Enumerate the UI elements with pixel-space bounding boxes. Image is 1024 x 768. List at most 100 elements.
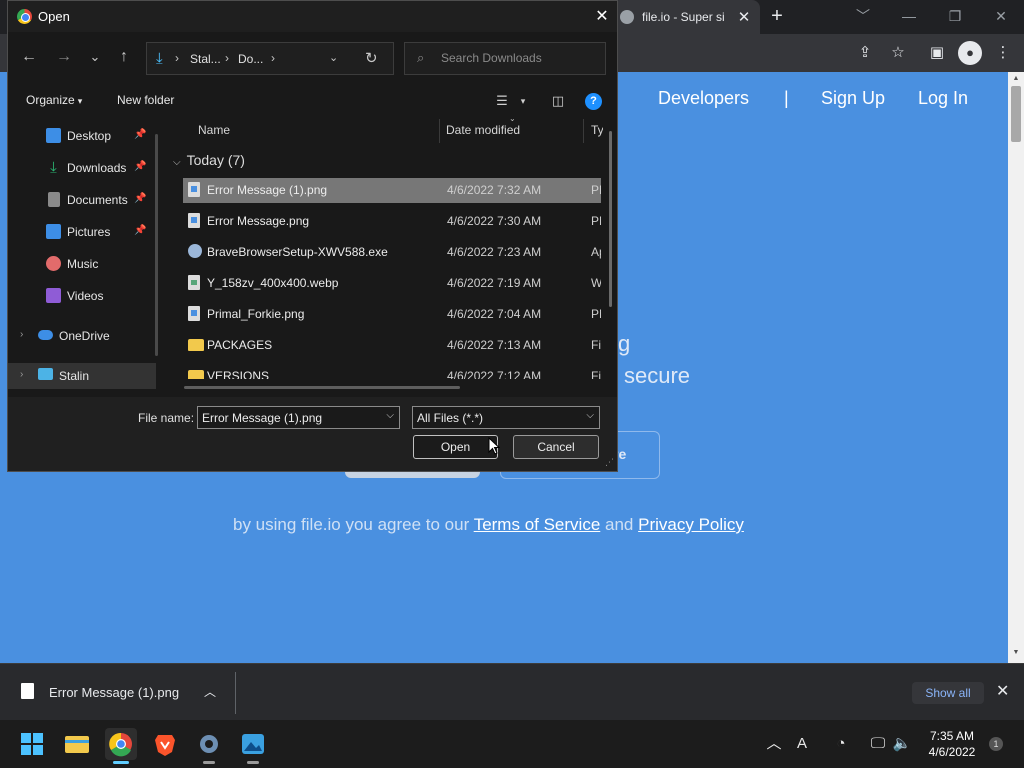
open-file-dialog: Open ✕ ← → ⌄ ↑ ⤓ › Stal... › Do... › ⌄ ↻… <box>7 0 618 472</box>
file-list-horizontal-scrollbar[interactable] <box>184 386 460 389</box>
volume-icon[interactable]: 🔈 <box>892 734 912 754</box>
scroll-down-icon[interactable]: ▼ <box>1008 649 1024 656</box>
organize-button[interactable]: Organize ▾ <box>26 93 82 107</box>
show-all-button[interactable]: Show all <box>912 682 984 704</box>
notification-badge[interactable]: 1 <box>989 737 1003 751</box>
file-row[interactable]: BraveBrowserSetup-XWV588.exe 4/6/2022 7:… <box>183 240 601 265</box>
clock[interactable]: 7:35 AM 4/6/2022 <box>920 728 984 760</box>
new-folder-button[interactable]: New folder <box>117 93 174 107</box>
brave-icon[interactable] <box>149 728 181 760</box>
sidebar-item-desktop[interactable]: Desktop 📌 <box>8 123 156 149</box>
nav-developers-link[interactable]: Developers <box>658 88 749 109</box>
file-row[interactable]: Y_158zv_400x400.webp 4/6/2022 7:19 AM WE… <box>183 271 601 296</box>
close-icon[interactable]: ✕ <box>996 681 1009 701</box>
sidebar-item-downloads[interactable]: ⤓ Downloads 📌 <box>8 155 156 181</box>
download-item-name[interactable]: Error Message (1).png <box>49 685 179 700</box>
chevron-right-icon[interactable]: › <box>20 329 23 340</box>
share-icon[interactable]: ⇪ <box>853 41 877 65</box>
column-header-name[interactable]: Name <box>198 123 230 137</box>
chevron-up-icon[interactable]: ︿ <box>204 683 216 700</box>
sidebar-item-stalin[interactable]: › Stalin <box>8 363 156 389</box>
address-bar[interactable]: ⤓ › Stal... › Do... › ⌄ ↻ <box>146 42 394 75</box>
nav-login-link[interactable]: Log In <box>918 88 968 109</box>
side-panel-icon[interactable]: ▣ <box>925 41 949 65</box>
menu-icon[interactable]: ⋮ <box>991 41 1015 65</box>
sidebar-item-music[interactable]: Music <box>8 251 156 277</box>
column-header-type[interactable]: Ty <box>591 123 603 137</box>
computer-icon <box>38 368 53 380</box>
page-scrollbar[interactable]: ▲ ▼ <box>1008 72 1024 663</box>
back-icon[interactable]: ← <box>17 45 41 69</box>
column-divider[interactable] <box>583 119 584 143</box>
chevron-up-icon[interactable]: ︿ <box>764 734 784 754</box>
browser-tab[interactable]: file.io - Super si ✕ <box>612 0 760 34</box>
sidebar-item-documents[interactable]: Documents 📌 <box>8 187 156 213</box>
file-name: VERSIONS <box>207 369 270 379</box>
sidebar-item-videos[interactable]: Videos <box>8 283 156 309</box>
refresh-icon[interactable]: ↻ <box>365 49 378 67</box>
download-bar: Error Message (1).png ︿ Show all ✕ <box>0 663 1024 720</box>
image-file-icon <box>188 213 200 228</box>
chevron-down-icon[interactable]: ▾ <box>514 92 532 110</box>
search-input[interactable] <box>441 51 601 65</box>
navigation-scrollbar[interactable] <box>155 134 158 356</box>
search-box[interactable]: ⌕ <box>404 42 606 75</box>
file-row[interactable]: PACKAGES 4/6/2022 7:13 AM File folder <box>183 333 601 358</box>
documents-icon <box>48 192 60 207</box>
up-folder-icon[interactable]: ↑ <box>112 45 136 69</box>
tab-search-icon[interactable]: ﹀ <box>848 4 878 28</box>
recent-locations-icon[interactable]: ⌄ <box>83 45 107 69</box>
column-divider[interactable] <box>439 119 440 143</box>
file-list-vertical-scrollbar[interactable] <box>609 131 612 307</box>
chevron-down-icon[interactable]: ⌄ <box>329 51 338 64</box>
chrome-icon[interactable] <box>105 728 137 764</box>
settings-icon[interactable] <box>193 728 225 764</box>
restore-icon[interactable]: ❐ <box>940 4 970 28</box>
chevron-right-icon[interactable]: › <box>20 369 23 380</box>
scroll-up-icon[interactable]: ▲ <box>1008 75 1024 82</box>
photos-icon[interactable] <box>237 728 269 764</box>
minimize-icon[interactable]: — <box>894 4 924 28</box>
close-icon[interactable]: ✕ <box>590 5 614 29</box>
file-date: 4/6/2022 7:12 AM <box>447 369 542 379</box>
close-window-icon[interactable]: ✕ <box>986 4 1016 28</box>
page-scroll-thumb[interactable] <box>1011 86 1021 142</box>
view-options-icon[interactable]: ☰ <box>493 92 511 110</box>
open-button[interactable]: Open <box>413 435 498 459</box>
file-row[interactable]: Error Message.png 4/6/2022 7:30 AM PNG <box>183 209 601 234</box>
star-icon[interactable]: ☆ <box>886 41 910 65</box>
privacy-policy-link[interactable]: Privacy Policy <box>638 515 744 534</box>
hero-heading-fragment: g <box>618 331 631 356</box>
sidebar-item-label: Videos <box>67 289 104 303</box>
file-type: File folder <box>591 338 601 352</box>
sidebar-item-onedrive[interactable]: › OneDrive <box>8 323 156 349</box>
forward-icon[interactable]: → <box>52 45 76 69</box>
file-type-select[interactable]: All Files (*.*) ⌵ <box>412 406 600 429</box>
file-row[interactable]: Primal_Forkie.png 4/6/2022 7:04 AM PNG <box>183 302 601 327</box>
input-method-icon[interactable]: A <box>792 734 812 754</box>
close-tab-icon[interactable]: ✕ <box>736 8 752 26</box>
dialog-titlebar[interactable]: Open ✕ <box>8 1 617 32</box>
column-header-date-modified[interactable]: Date modified <box>446 123 520 137</box>
network-icon[interactable]: 🖵 <box>868 734 888 754</box>
chevron-down-icon[interactable]: ⌵ <box>386 410 394 421</box>
group-header-today[interactable]: ⌵ Today (7) <box>173 152 245 168</box>
start-icon[interactable] <box>16 728 48 760</box>
chrome-icon <box>17 9 32 24</box>
nav-signup-link[interactable]: Sign Up <box>821 88 885 109</box>
sidebar-item-pictures[interactable]: Pictures 📌 <box>8 219 156 245</box>
file-row[interactable]: Error Message (1).png 4/6/2022 7:32 AM P… <box>183 178 601 203</box>
cancel-button[interactable]: Cancel <box>513 435 599 459</box>
breadcrumb-user[interactable]: Stal... <box>190 52 221 66</box>
profile-icon[interactable]: ● <box>958 41 982 65</box>
resize-grip-icon[interactable]: ⋰ <box>605 457 614 468</box>
breadcrumb-downloads[interactable]: Do... <box>238 52 263 66</box>
preview-pane-icon[interactable]: ◫ <box>549 92 567 110</box>
new-tab-button[interactable]: + <box>766 5 788 27</box>
battery-saver-icon[interactable]: ◔ <box>831 734 851 754</box>
terms-of-service-link[interactable]: Terms of Service <box>474 515 601 534</box>
help-icon[interactable]: ? <box>585 93 602 110</box>
file-name-input[interactable]: Error Message (1).png ⌵ <box>197 406 400 429</box>
file-explorer-icon[interactable] <box>61 728 93 760</box>
file-row[interactable]: VERSIONS 4/6/2022 7:12 AM File folder <box>183 364 601 379</box>
